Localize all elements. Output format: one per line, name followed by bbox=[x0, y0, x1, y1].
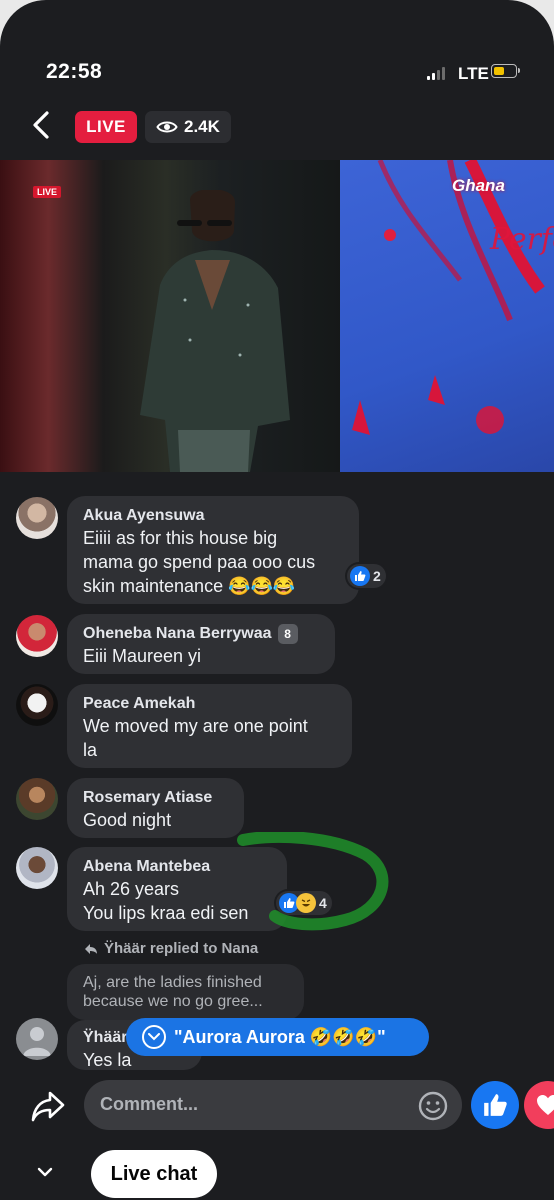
comment-bubble[interactable]: Abena Mantebea Ah 26 years You lips kraa… bbox=[67, 847, 287, 931]
fan-badge-icon: 8 bbox=[277, 624, 298, 644]
stage-graphic bbox=[352, 160, 545, 435]
quoted-line: Aj, are the ladies finished bbox=[83, 974, 262, 991]
comment-placeholder: Comment... bbox=[100, 1094, 199, 1114]
live-header: LIVE 2.4K bbox=[0, 104, 554, 144]
eye-icon bbox=[156, 121, 178, 133]
comment-bubble[interactable]: Peace Amekah We moved my are one point l… bbox=[67, 684, 352, 768]
comment-line: Ah 26 years bbox=[83, 879, 180, 899]
commenter-name[interactable]: Akua Ayensuwa bbox=[83, 506, 343, 526]
comment-line: skin maintenance 😂😂😂 bbox=[83, 576, 296, 596]
comment-input[interactable]: Comment... bbox=[84, 1080, 462, 1130]
avatar[interactable] bbox=[16, 684, 58, 726]
avatar[interactable] bbox=[16, 778, 58, 820]
comment-bubble[interactable]: Akua Ayensuwa Eiiii as for this house bi… bbox=[67, 496, 359, 604]
viewer-count: 2.4K bbox=[145, 111, 231, 143]
avatar[interactable] bbox=[16, 1018, 58, 1060]
reply-indicator-text: Ÿhäär replied to Nana bbox=[104, 940, 259, 957]
comment-line: Eiiii as for this house big bbox=[83, 528, 278, 548]
new-comment-text: "Aurora Aurora 🤣🤣🤣" bbox=[174, 1026, 386, 1047]
chevron-down-icon bbox=[142, 1025, 166, 1049]
chevron-down-icon[interactable] bbox=[36, 1166, 54, 1178]
comment-line: Good night bbox=[83, 810, 172, 830]
tab-live-chat[interactable]: Live chat bbox=[91, 1150, 217, 1198]
reply-arrow-icon bbox=[85, 943, 97, 954]
commenter-name[interactable]: Oheneba Nana Berrywaa bbox=[83, 625, 272, 642]
commenter-name[interactable]: Abena Mantebea bbox=[83, 857, 271, 877]
viewer-count-value: 2.4K bbox=[184, 117, 220, 136]
avatar[interactable] bbox=[16, 847, 58, 889]
avatar[interactable] bbox=[16, 615, 58, 657]
commenter-name[interactable]: Peace Amekah bbox=[83, 694, 336, 714]
haha-reaction-icon bbox=[296, 893, 316, 913]
reply-indicator[interactable]: Ÿhäär replied to Nana bbox=[84, 940, 258, 957]
battery-icon bbox=[491, 64, 520, 78]
live-badge: LIVE bbox=[75, 111, 137, 143]
share-icon bbox=[31, 1091, 65, 1122]
new-comment-pill[interactable]: "Aurora Aurora 🤣🤣🤣" bbox=[126, 1018, 429, 1056]
comment-line: la bbox=[83, 740, 98, 760]
comment-line: We moved my are one point bbox=[83, 716, 308, 736]
composer-bar: Comment... Live chat bbox=[0, 1072, 554, 1200]
reaction-summary[interactable]: 2 bbox=[347, 564, 386, 588]
video-live-tag: LIVE bbox=[33, 186, 62, 198]
network-label: LTE bbox=[458, 64, 489, 83]
status-bar: 22:58 LTE bbox=[0, 0, 554, 100]
commenter-name[interactable]: Rosemary Atiase bbox=[83, 788, 228, 808]
comment-line: Eiii Maureen yi bbox=[83, 646, 202, 667]
emoji-icon[interactable] bbox=[418, 1091, 448, 1121]
thumbs-up-icon bbox=[484, 1094, 507, 1116]
stage-overlay-text: Perfe bbox=[490, 222, 554, 257]
default-avatar-icon bbox=[23, 1027, 51, 1056]
back-button[interactable] bbox=[28, 108, 58, 142]
reaction-summary[interactable]: 4 bbox=[276, 891, 332, 915]
quoted-reply[interactable]: Aj, are the ladies finished because we n… bbox=[67, 964, 304, 1020]
comment-bubble[interactable]: Oheneba Nana Berrywaa 8 Eiii Maureen yi bbox=[67, 614, 335, 674]
reaction-count: 2 bbox=[373, 568, 381, 584]
comment-bubble[interactable]: Rosemary Atiase Good night bbox=[67, 778, 244, 838]
heart-icon bbox=[537, 1095, 554, 1115]
like-button[interactable] bbox=[471, 1081, 519, 1129]
phone-screen: 22:58 LTE LIVE 2.4K LIVE Ghana Perf Akua… bbox=[0, 0, 554, 1200]
comment-line: mama go spend paa ooo cus bbox=[83, 552, 316, 572]
channel-logo: Ghana bbox=[452, 176, 505, 195]
share-button[interactable] bbox=[30, 1089, 66, 1123]
like-reaction-icon bbox=[350, 566, 370, 586]
love-button[interactable] bbox=[524, 1081, 554, 1129]
reaction-count: 4 bbox=[319, 895, 327, 911]
comment-line: You lips kraa edi sen bbox=[83, 903, 249, 923]
performer-image bbox=[140, 190, 290, 472]
avatar[interactable] bbox=[16, 497, 58, 539]
live-video[interactable]: LIVE Ghana Perfe bbox=[0, 160, 554, 472]
quoted-line: because we no go gree... bbox=[83, 993, 263, 1010]
clock: 22:58 bbox=[46, 60, 103, 83]
chevron-left-icon bbox=[33, 111, 49, 139]
signal-icon bbox=[427, 66, 445, 80]
